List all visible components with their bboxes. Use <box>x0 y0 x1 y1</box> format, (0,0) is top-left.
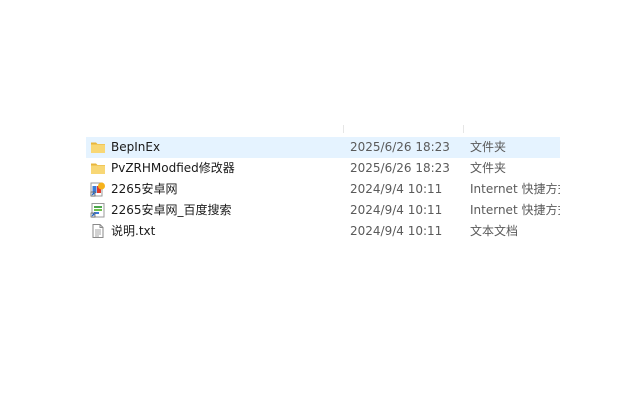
column-divider[interactable] <box>343 125 344 133</box>
file-name: 2265安卓网 <box>111 182 178 196</box>
file-type: Internet 快捷方式 <box>470 182 560 196</box>
file-date: 2025/6/26 18:23 <box>350 161 450 175</box>
file-type: Internet 快捷方式 <box>470 203 560 217</box>
folder-icon <box>90 160 106 176</box>
internet-shortcut-icon <box>90 202 106 218</box>
file-row-2265-baidu-shortcut[interactable]: 2265安卓网_百度搜索 2024/9/4 10:11 Internet 快捷方… <box>86 200 560 221</box>
file-type: 文件夹 <box>470 161 507 175</box>
file-row-readme-txt[interactable]: 说明.txt 2024/9/4 10:11 文本文档 <box>86 221 560 242</box>
file-type: 文本文档 <box>470 224 519 238</box>
file-row-bepinex[interactable]: BepInEx 2025/6/26 18:23 文件夹 <box>86 137 560 158</box>
file-date: 2024/9/4 10:11 <box>350 224 443 238</box>
file-name: 说明.txt <box>111 224 156 238</box>
file-date: 2024/9/4 10:11 <box>350 182 443 196</box>
file-date: 2024/9/4 10:11 <box>350 203 443 217</box>
file-name: PvZRHModfied修改器 <box>111 161 235 175</box>
folder-icon <box>90 139 106 155</box>
file-list: BepInEx 2025/6/26 18:23 文件夹 PvZRHModfied… <box>86 137 560 242</box>
file-row-2265-shortcut[interactable]: 2265安卓网 2024/9/4 10:11 Internet 快捷方式 <box>86 179 560 200</box>
explorer-file-view: BepInEx 2025/6/26 18:23 文件夹 PvZRHModfied… <box>0 0 640 400</box>
file-date: 2025/6/26 18:23 <box>350 140 450 154</box>
file-name: 2265安卓网_百度搜索 <box>111 203 232 217</box>
internet-shortcut-icon <box>90 181 106 197</box>
column-divider[interactable] <box>463 125 464 133</box>
file-row-pvzrhmodfied[interactable]: PvZRHModfied修改器 2025/6/26 18:23 文件夹 <box>86 158 560 179</box>
text-document-icon <box>90 223 106 239</box>
file-type: 文件夹 <box>470 140 507 154</box>
file-name: BepInEx <box>111 140 161 154</box>
